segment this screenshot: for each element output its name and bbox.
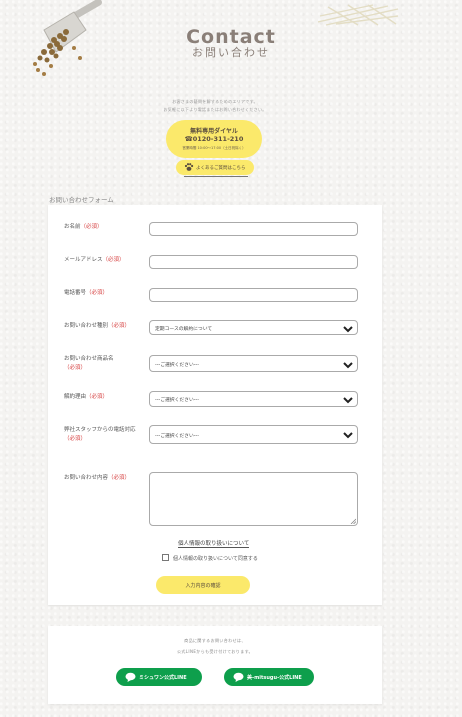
decorative-mesh bbox=[318, 4, 399, 26]
staff-phone-value: ---ご選択ください--- bbox=[155, 434, 199, 439]
field-label-message: お問い合わせ内容（必須） bbox=[64, 475, 131, 481]
required-tag: （必須） bbox=[86, 394, 109, 400]
paw-icon bbox=[184, 163, 194, 171]
intro-text: お気軽に以下より電話またはお問い合わせください。 bbox=[163, 107, 267, 112]
faq-button[interactable]: よくあるご質問はこちら bbox=[176, 160, 254, 175]
field-label-name: お名前（必須） bbox=[64, 224, 103, 230]
line-chat-icon bbox=[233, 672, 244, 682]
free-dial-bubble: 無料専用ダイヤル ☎0120-311-210 営業時間 10:00〜17:00（… bbox=[166, 120, 262, 158]
product-value: ---ご選択ください--- bbox=[155, 363, 199, 368]
privacy-policy-link[interactable]: 個人情報の取り扱いについて bbox=[178, 539, 250, 548]
intro-text: お客さまの疑問を解するためのエリアです。 bbox=[172, 99, 258, 104]
required-tag: （必須） bbox=[108, 323, 131, 329]
required-tag: （必須） bbox=[102, 257, 125, 263]
name-input[interactable] bbox=[149, 222, 358, 236]
line-chat-icon bbox=[125, 672, 136, 682]
field-label-cancel-reason: 解約理由（必須） bbox=[64, 394, 109, 400]
chevron-down-icon bbox=[343, 432, 353, 439]
line-contact-card: 商品に関するお問い合わせは、 公式LINEからも受け付けております。 ミシュワン… bbox=[48, 626, 382, 704]
cancel-reason-value: ---ご選択ください--- bbox=[155, 398, 199, 403]
required-tag: （必須） bbox=[86, 290, 109, 296]
staff-phone-select[interactable]: ---ご選択ください--- bbox=[149, 425, 358, 444]
line-button-label: ミシュワン公式LINE bbox=[139, 674, 187, 681]
chevron-down-icon bbox=[343, 326, 353, 333]
field-label-product: お問い合わせ商品名 （必須） bbox=[64, 356, 114, 371]
required-tag: （必須） bbox=[64, 365, 87, 371]
chevron-down-icon bbox=[343, 362, 353, 369]
confirm-button-label: 入力内容の確認 bbox=[185, 583, 221, 589]
mishuwan-line-button[interactable]: ミシュワン公式LINE bbox=[116, 668, 202, 686]
required-tag: （必須） bbox=[80, 224, 103, 230]
inquiry-type-value: 定期コースの解約について bbox=[155, 327, 213, 332]
message-textarea[interactable] bbox=[149, 472, 358, 526]
chevron-down-icon bbox=[343, 397, 353, 404]
page-subtitle: お問い合わせ bbox=[192, 46, 270, 59]
line-button-label: 美-mitsugu-公式LINE bbox=[247, 674, 302, 681]
required-tag: （必須） bbox=[108, 475, 131, 481]
field-label-staff-phone: 弊社スタッフからの電話対応（必須） bbox=[64, 427, 136, 442]
product-select[interactable]: ---ご選択ください--- bbox=[149, 355, 358, 372]
line-intro-text: 公式LINEからも受け付けております。 bbox=[176, 649, 253, 654]
form-section-title: お問い合わせフォーム bbox=[49, 196, 114, 204]
phone-input[interactable] bbox=[149, 288, 358, 302]
cancel-reason-select[interactable]: ---ご選択ください--- bbox=[149, 391, 358, 407]
privacy-agree-label[interactable]: 個人情報の取り扱いについて同意する bbox=[173, 555, 258, 562]
mitsugu-line-button[interactable]: 美-mitsugu-公式LINE bbox=[224, 668, 314, 686]
field-label-phone: 電話番号（必須） bbox=[64, 290, 109, 296]
free-dial-label: 無料専用ダイヤル bbox=[190, 128, 238, 135]
faq-button-label: よくあるご質問はこちら bbox=[196, 165, 246, 171]
line-intro-text: 商品に関するお問い合わせは、 bbox=[184, 638, 246, 643]
inquiry-type-select[interactable]: 定期コースの解約について bbox=[149, 320, 358, 335]
phone-number[interactable]: ☎0120-311-210 bbox=[166, 135, 262, 143]
divider bbox=[184, 176, 248, 177]
field-label-email: メールアドレス（必須） bbox=[64, 257, 125, 263]
privacy-agree-checkbox[interactable] bbox=[162, 554, 169, 561]
business-hours: 営業時間 10:00〜17:00（土日祝除く） bbox=[182, 146, 246, 150]
required-tag: （必須） bbox=[64, 436, 87, 442]
confirm-button[interactable]: 入力内容の確認 bbox=[156, 576, 250, 594]
resize-handle-icon[interactable] bbox=[350, 518, 356, 524]
email-input[interactable] bbox=[149, 255, 358, 269]
field-label-inquiry-type: お問い合わせ種別（必須） bbox=[64, 323, 131, 329]
